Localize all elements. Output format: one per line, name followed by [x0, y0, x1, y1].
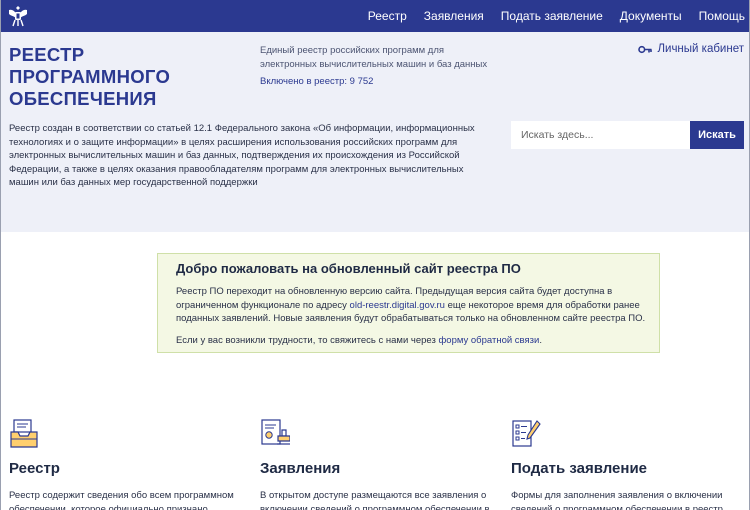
search-button[interactable]: Искать [690, 121, 744, 149]
search-input[interactable] [511, 121, 690, 149]
feature-applications-title[interactable]: Заявления [260, 460, 340, 477]
site-title-line-1: РЕЕСТР [9, 44, 85, 65]
notice-paragraph-1: Реестр ПО переходит на обновленную верси… [176, 285, 646, 326]
hero-section: РЕЕСТР ПРОГРАММНОГО ОБЕСПЕЧЕНИЯ Единый р… [1, 32, 749, 232]
feature-registry-title[interactable]: Реестр [9, 460, 60, 477]
notice-paragraph-2: Если у вас возникли трудности, то свяжит… [176, 334, 646, 348]
feature-submit-application-description: Формы для заполнения заявления о включен… [511, 490, 723, 510]
page: Реестр Заявления Подать заявление Докуме… [0, 0, 750, 510]
key-icon [638, 45, 653, 53]
site-title-line-2: ПРОГРАММНОГО [9, 66, 171, 87]
coat-of-arms-icon[interactable] [7, 4, 29, 28]
nav-help[interactable]: Помощь [699, 9, 745, 23]
feature-registry-description: Реестр содержит сведения обо всем програ… [9, 490, 234, 510]
feature-submit-application-title[interactable]: Подать заявление [511, 460, 647, 477]
top-bar: Реестр Заявления Подать заявление Докуме… [1, 0, 749, 32]
registry-box-icon [10, 419, 38, 448]
feedback-form-link[interactable]: форму обратной связи [438, 335, 539, 346]
welcome-notice: Добро пожаловать на обновленный сайт рее… [157, 253, 660, 353]
registry-intro-text: Реестр создан в соответствии со статьей … [9, 123, 475, 188]
nav-documents[interactable]: Документы [620, 9, 682, 23]
certificate-stamp-icon [261, 419, 290, 445]
site-title-line-3: ОБЕСПЕЧЕНИЯ [9, 88, 157, 109]
nav-registry[interactable]: Реестр [368, 9, 407, 23]
registry-description: Единый реестр российских программ для эл… [260, 45, 488, 70]
notice-p2-text-start: Если у вас возникли трудности, то свяжит… [176, 335, 439, 346]
feature-applications-description: В открытом доступе размещаются все заявл… [260, 490, 490, 510]
notice-p2-text-end: . [539, 335, 542, 346]
notice-title: Добро пожаловать на обновленный сайт рее… [176, 261, 521, 276]
old-site-link[interactable]: old-reestr.digital.gov.ru [350, 300, 445, 311]
personal-cabinet-label: Личный кабинет [657, 43, 744, 55]
registry-count: Включено в реестр: 9 752 [260, 76, 374, 87]
personal-cabinet-link[interactable]: Личный кабинет [638, 43, 744, 55]
main-nav: Реестр Заявления Подать заявление Докуме… [351, 0, 745, 32]
nav-applications[interactable]: Заявления [424, 9, 484, 23]
checklist-pen-icon [512, 420, 541, 447]
site-title[interactable]: РЕЕСТР ПРОГРАММНОГО ОБЕСПЕЧЕНИЯ [9, 44, 229, 110]
nav-submit-application[interactable]: Подать заявление [501, 9, 603, 23]
